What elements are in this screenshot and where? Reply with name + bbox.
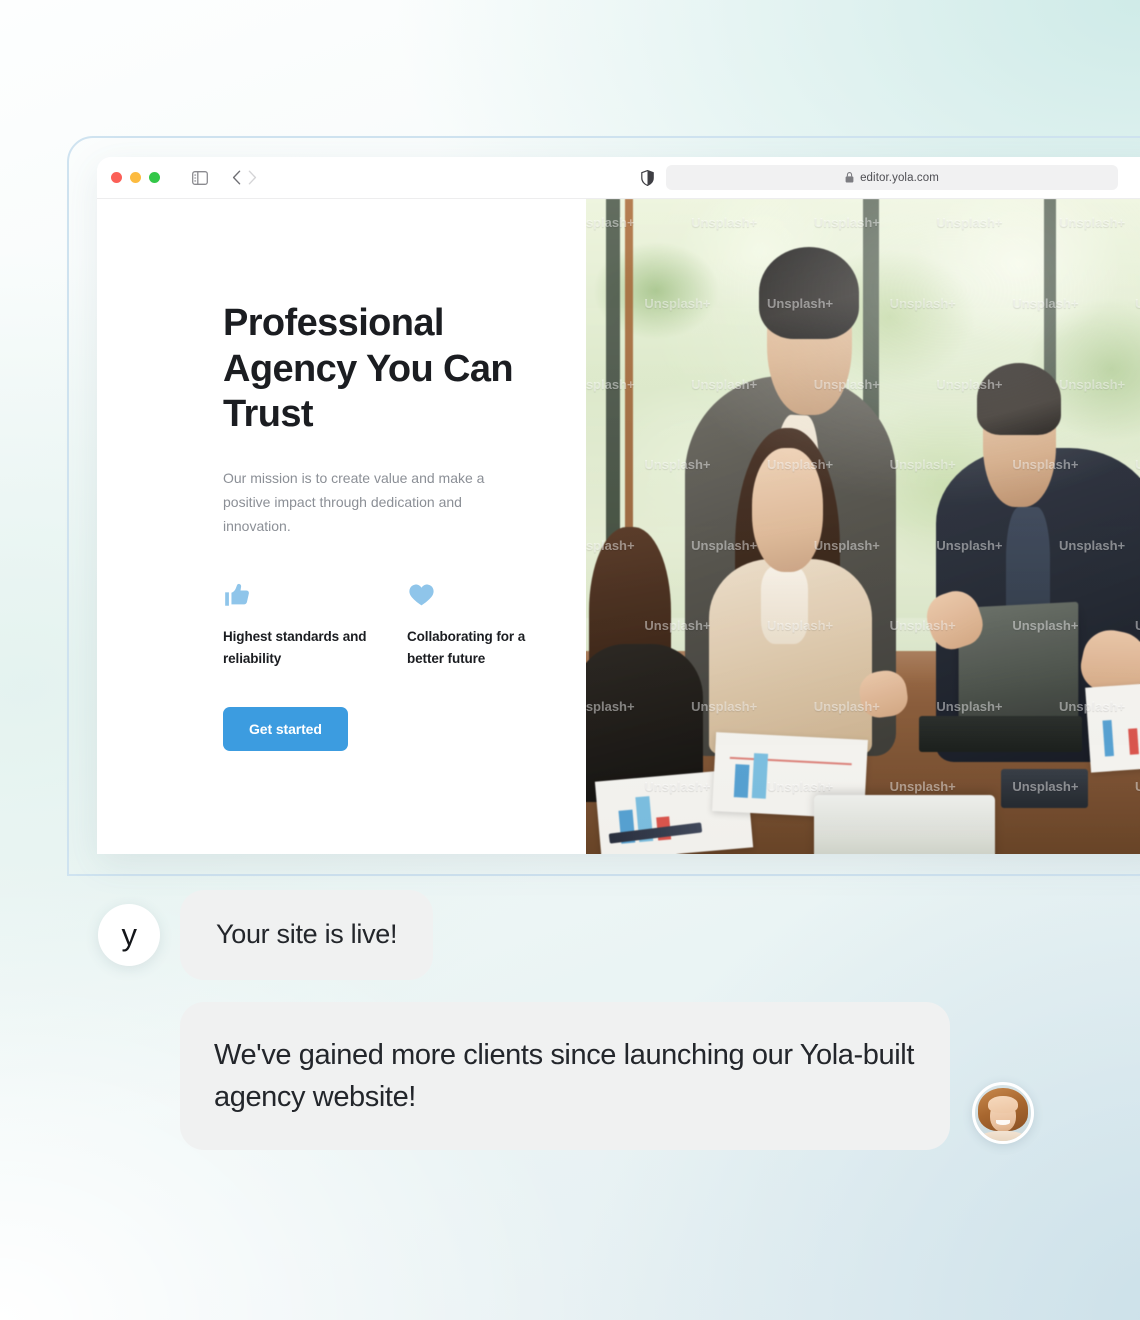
chat-bubble-customer: We've gained more clients since launchin… [180, 1001, 950, 1150]
window-controls[interactable] [111, 172, 160, 183]
close-window-button[interactable] [111, 172, 122, 183]
avatar-shoulders [979, 1130, 1027, 1141]
browser-toolbar: editor.yola.com [97, 157, 1140, 199]
lock-icon [845, 172, 854, 183]
chat-message-row: y Your site is live! [0, 890, 1140, 980]
chat-message-row: We've gained more clients since launchin… [0, 1001, 1140, 1150]
hero-photo: Unsplash+Unsplash+Unsplash+Unsplash+Unsp… [586, 199, 1140, 854]
feature-list: Highest standards and reliability Collab… [223, 580, 586, 669]
seated-woman-head [752, 447, 823, 573]
avatar-smile [996, 1119, 1010, 1125]
address-bar[interactable]: editor.yola.com [666, 165, 1118, 190]
shield-icon[interactable] [641, 169, 654, 186]
second-man-hair [977, 362, 1062, 435]
site-preview: Professional Agency You Can Trust Our mi… [97, 199, 1140, 854]
navigation-arrows[interactable] [232, 170, 257, 185]
hero-subtext: Our mission is to create value and make … [223, 469, 485, 534]
yola-logo-avatar: y [98, 903, 160, 966]
heart-icon [407, 580, 557, 610]
feature-label: Collaborating for a better future [407, 629, 526, 666]
standing-man-hair [758, 247, 860, 340]
minimize-window-button[interactable] [130, 172, 141, 183]
page-title: Professional Agency You Can Trust [223, 302, 514, 436]
browser-window: editor.yola.com Professional Agency You … [97, 157, 1140, 854]
customer-avatar [972, 1081, 1034, 1144]
tablet-keyboard [918, 716, 1083, 753]
maximize-window-button[interactable] [149, 172, 160, 183]
sidebar-toggle-icon[interactable] [192, 170, 208, 185]
hero-image: Unsplash+Unsplash+Unsplash+Unsplash+Unsp… [586, 199, 1140, 854]
chat-bubble-yola: Your site is live! [180, 890, 434, 980]
thumbs-up-icon [223, 580, 373, 610]
hero-text-column: Professional Agency You Can Trust Our mi… [97, 199, 586, 854]
get-started-button[interactable]: Get started [223, 707, 348, 752]
seated-woman-collar [761, 565, 808, 645]
url-text: editor.yola.com [860, 171, 939, 184]
feature-label: Highest standards and reliability [223, 629, 367, 666]
closed-laptop [813, 795, 995, 854]
chevron-right-icon[interactable] [248, 170, 257, 185]
feature-item-collaboration: Collaborating for a better future [407, 580, 557, 669]
chevron-left-icon[interactable] [232, 170, 241, 185]
calculator [1000, 768, 1089, 809]
feature-item-standards: Highest standards and reliability [223, 580, 373, 669]
avatar-forehead [988, 1096, 1018, 1113]
chat-section: y Your site is live! We've gained more c… [0, 890, 1140, 1150]
chart-document [1085, 680, 1140, 773]
